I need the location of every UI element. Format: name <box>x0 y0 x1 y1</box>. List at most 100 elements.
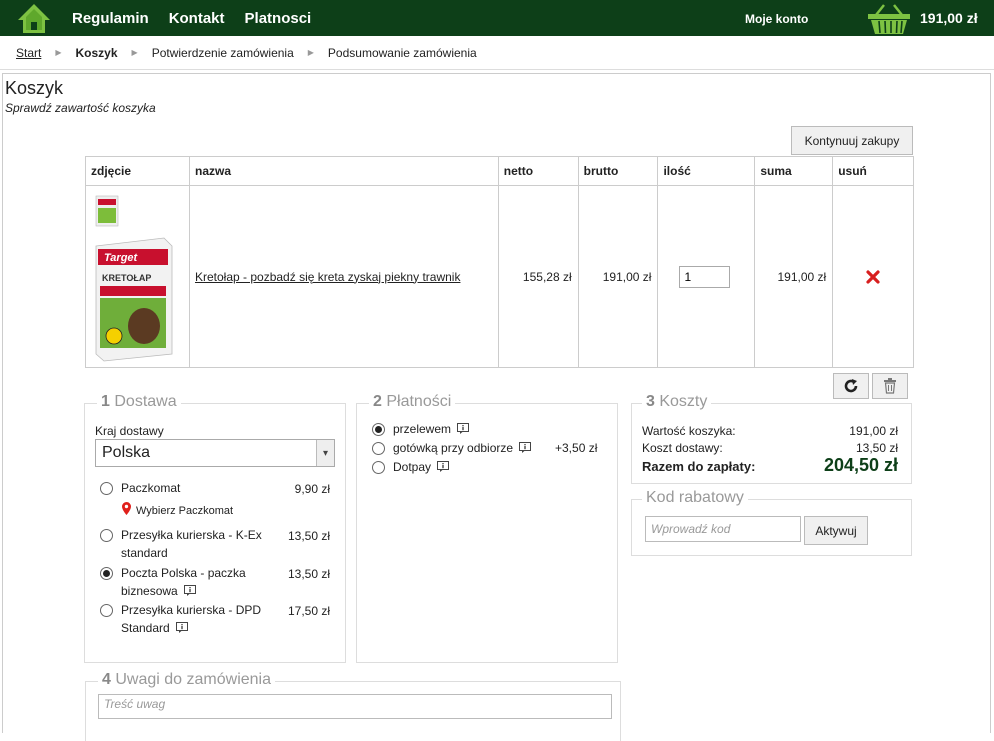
discount-code-input[interactable] <box>645 516 801 542</box>
delivery-radio-dpd[interactable] <box>100 604 113 617</box>
product-image[interactable]: Target KRETOŁAP <box>86 186 189 367</box>
home-icon[interactable] <box>16 0 52 36</box>
payment-radio-dotpay[interactable] <box>372 461 385 474</box>
table-row: Target KRETOŁAP Kretołap - pozbadź się k… <box>85 185 914 368</box>
delivery-legend: 1 Dostawa <box>97 393 181 411</box>
payment-option-cod[interactable]: gotówką przy odbiorze <box>393 439 532 457</box>
payment-option-transfer[interactable]: przelewem <box>393 420 470 438</box>
total-label: Razem do zapłaty: <box>642 459 756 474</box>
payment-option-transfer-label: przelewem <box>393 422 452 436</box>
delivery-option-paczkomat[interactable]: Paczkomat <box>121 479 180 497</box>
delivery-option-poczta-line2: biznesowa <box>121 584 178 598</box>
notes-legend: 4 Uwagi do zamówienia <box>98 671 275 689</box>
product-gross-price: 191,00 zł <box>577 185 659 368</box>
product-sum: 191,00 zł <box>754 185 834 368</box>
activate-discount-button[interactable]: Aktywuj <box>804 516 868 545</box>
payment-legend-number: 2 <box>373 393 382 410</box>
delivery-option-kex[interactable]: Przesyłka kurierska - K-Ex standard <box>121 526 262 562</box>
col-header-net: netto <box>497 156 579 186</box>
total-value: 204,50 zł <box>823 455 898 475</box>
country-label: Kraj dostawy <box>95 424 164 438</box>
page-title: Koszyk <box>5 78 64 98</box>
payment-radio-cod[interactable] <box>372 442 385 455</box>
info-icon[interactable] <box>519 442 532 453</box>
delivery-option-dpd[interactable]: Przesyłka kurierska - DPD Standard <box>121 601 261 637</box>
continue-shopping-button[interactable]: Kontynuuj zakupy <box>791 126 913 155</box>
col-header-remove: usuń <box>832 156 914 186</box>
discount-legend: Kod rabatowy <box>642 489 748 507</box>
costs-legend-title: Koszty <box>659 393 708 410</box>
notes-legend-number: 4 <box>102 671 111 688</box>
delivery-radio-poczta[interactable] <box>100 567 113 580</box>
cart-total[interactable]: 191,00 zł <box>920 10 978 26</box>
chevron-down-icon: ▾ <box>316 440 334 466</box>
shipping-cost-label: Koszt dostawy: <box>642 441 723 455</box>
basket-icon[interactable] <box>866 3 912 35</box>
refresh-cart-button[interactable] <box>833 373 869 399</box>
nav-platnosci[interactable]: Platnosci <box>245 10 312 27</box>
shipping-cost: 13,50 zł <box>855 441 898 455</box>
product-name-cell: Kretołap - pozbadź się kreta zyskaj piek… <box>189 185 499 368</box>
delivery-section: 1 Dostawa Kraj dostawy Polska ▾ Paczkoma… <box>84 393 346 663</box>
delivery-radio-kex[interactable] <box>100 529 113 542</box>
delivery-option-poczta[interactable]: Poczta Polska - paczka biznesowa <box>121 564 246 600</box>
refresh-icon <box>844 379 858 393</box>
costs-legend: 3 Koszty <box>642 393 712 411</box>
cart-value-label: Wartość koszyka: <box>642 424 736 438</box>
delivery-radio-paczkomat[interactable] <box>100 482 113 495</box>
nav-kontakt[interactable]: Kontakt <box>169 10 225 27</box>
info-icon[interactable] <box>437 461 450 472</box>
costs-section: 3 Koszty Wartość koszyka: 191,00 zł Kosz… <box>631 393 912 484</box>
discount-section: Kod rabatowy Aktywuj <box>631 489 912 556</box>
main-nav: Regulamin Kontakt Platnosci <box>72 10 331 27</box>
cart-table: zdjęcie nazwa netto brutto ilość suma us… <box>85 156 914 368</box>
account-link[interactable]: Moje konto <box>745 12 808 26</box>
payment-option-cod-label: gotówką przy odbiorze <box>393 441 514 455</box>
payment-radio-transfer[interactable] <box>372 423 385 436</box>
col-header-name: nazwa <box>189 156 499 186</box>
remove-cell <box>832 185 914 368</box>
payment-legend-title: Płatności <box>386 393 452 410</box>
info-icon[interactable] <box>176 622 189 633</box>
product-label: KRETOŁAP <box>102 273 151 283</box>
info-icon[interactable] <box>457 423 470 434</box>
brand-name: Target <box>104 252 139 264</box>
payment-cod-surcharge: +3,50 zł <box>555 441 598 455</box>
nav-regulamin[interactable]: Regulamin <box>72 10 149 27</box>
notes-section: 4 Uwagi do zamówienia <box>85 671 621 741</box>
breadcrumb-confirm: Potwierdzenie zamówienia <box>151 45 294 60</box>
product-image-cell: Target KRETOŁAP <box>85 185 190 368</box>
delivery-option-poczta-line1: Poczta Polska - paczka <box>121 566 246 580</box>
delivery-legend-title: Dostawa <box>114 393 177 410</box>
trash-icon <box>884 378 896 394</box>
page-subtitle: Sprawdź zawartość koszyka <box>5 101 156 115</box>
notes-legend-title: Uwagi do zamówienia <box>115 671 271 688</box>
payment-legend: 2 Płatności <box>369 393 456 411</box>
col-header-image: zdjęcie <box>85 156 190 186</box>
country-select[interactable]: Polska ▾ <box>95 439 335 467</box>
payment-option-dotpay[interactable]: Dotpay <box>393 458 450 476</box>
breadcrumb: Start ▶ Koszyk ▶ Potwierdzenie zamówieni… <box>0 36 994 70</box>
remove-item-icon[interactable] <box>866 269 880 284</box>
info-icon[interactable] <box>184 585 197 596</box>
delivery-option-dpd-line2: Standard <box>121 621 170 635</box>
map-pin-icon <box>122 502 131 515</box>
payment-option-dotpay-label: Dotpay <box>393 460 432 474</box>
table-header-row: zdjęcie nazwa netto brutto ilość suma us… <box>85 156 914 186</box>
breadcrumb-start[interactable]: Start <box>16 46 41 60</box>
delivery-option-dpd-line1: Przesyłka kurierska - DPD <box>121 603 262 617</box>
product-net-price: 155,28 zł <box>497 185 579 368</box>
delivery-price-dpd: 17,50 zł <box>287 604 330 618</box>
col-header-gross: brutto <box>577 156 659 186</box>
breadcrumb-separator-icon: ▶ <box>131 48 138 57</box>
product-name-link[interactable]: Kretołap - pozbadź się kreta zyskaj piek… <box>195 270 460 284</box>
clear-cart-button[interactable] <box>872 373 908 399</box>
quantity-input[interactable] <box>679 265 731 288</box>
breadcrumb-cart: Koszyk <box>75 45 118 60</box>
order-notes-textarea[interactable] <box>98 694 612 719</box>
breadcrumb-separator-icon: ▶ <box>307 48 314 57</box>
choose-paczkomat-link[interactable]: Wybierz Paczkomat <box>136 502 233 520</box>
top-bar: Regulamin Kontakt Platnosci Moje konto 1… <box>0 0 994 36</box>
delivery-option-kex-line1: Przesyłka kurierska - K-Ex <box>121 528 262 542</box>
delivery-option-kex-line2: standard <box>121 546 168 560</box>
